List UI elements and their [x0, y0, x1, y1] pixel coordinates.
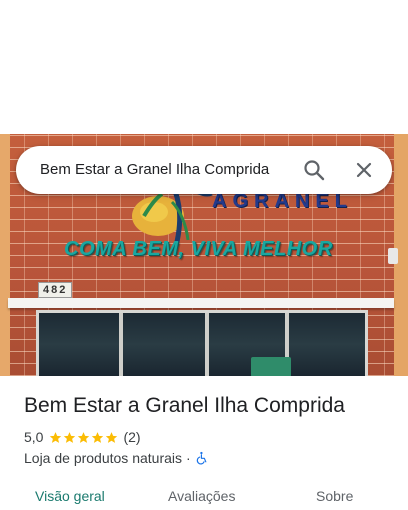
wall-lamp	[388, 248, 398, 264]
window-mullion	[205, 313, 209, 376]
store-slogan: COMA BEM, VIVA MELHOR	[64, 238, 333, 260]
search-input[interactable]: Bem Estar a Granel Ilha Comprida	[40, 161, 300, 178]
place-title: Bem Estar a Granel Ilha Comprida	[24, 394, 345, 417]
review-count[interactable]: (2)	[123, 429, 140, 445]
wheelchair-icon[interactable]	[195, 451, 209, 465]
star-icon	[106, 431, 118, 443]
search-bar[interactable]: Bem Estar a Granel Ilha Comprida	[16, 146, 392, 194]
star-icon	[78, 431, 90, 443]
separator-dot: ·	[186, 450, 191, 466]
window-mullion	[119, 313, 123, 376]
rating-row[interactable]: 5,0 (2)	[24, 428, 141, 446]
category-row: Loja de produtos naturais ·	[24, 449, 209, 467]
star-rating	[49, 431, 119, 444]
tab-about[interactable]: Sobre	[316, 488, 353, 504]
place-tabs: Visão geral Avaliações Sobre	[0, 478, 408, 510]
tab-overview[interactable]: Visão geral	[35, 488, 105, 504]
star-icon	[50, 431, 62, 443]
rating-value: 5,0	[24, 429, 44, 445]
tab-reviews[interactable]: Avaliações	[168, 488, 235, 504]
star-icon	[92, 431, 104, 443]
store-window	[36, 310, 368, 376]
store-awning	[8, 298, 394, 308]
house-number-plate: 482	[38, 282, 73, 298]
window-sign	[251, 357, 291, 376]
place-category: Loja de produtos naturais	[24, 450, 182, 466]
close-icon[interactable]	[352, 158, 376, 182]
search-icon[interactable]	[302, 158, 326, 182]
star-icon	[64, 431, 76, 443]
photo-wall-edge-left	[0, 134, 10, 376]
